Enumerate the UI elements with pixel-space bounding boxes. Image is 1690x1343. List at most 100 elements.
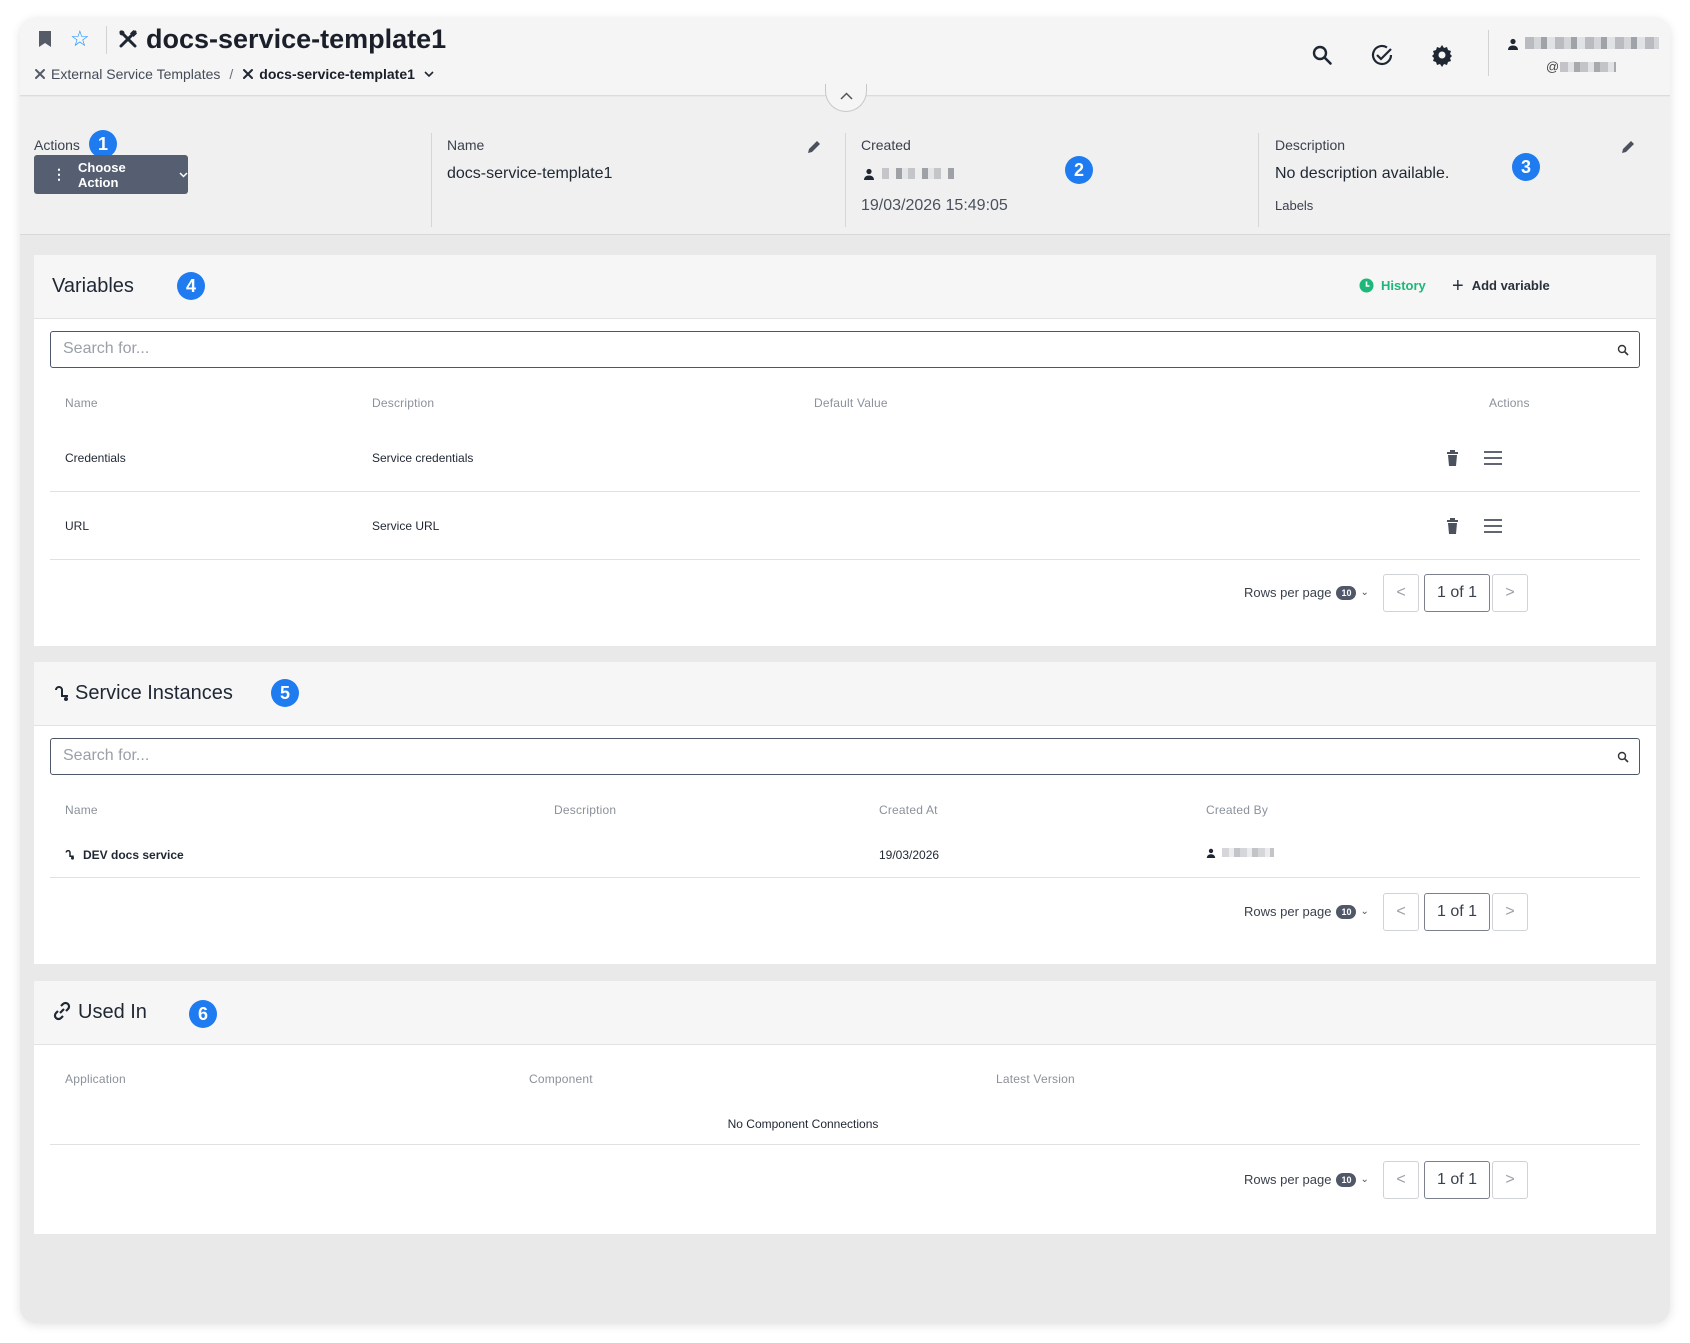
rows-per-page-value[interactable]: 10 xyxy=(1336,904,1357,919)
used-in-header: Used In 6 xyxy=(34,981,1656,1045)
rows-per-page-label: Rows per page xyxy=(1244,904,1332,919)
instances-search-input[interactable] xyxy=(63,747,1603,765)
instances-search[interactable] xyxy=(50,738,1640,775)
prev-page-button[interactable]: < xyxy=(1383,574,1419,612)
divider xyxy=(106,26,107,54)
rows-per-page-label: Rows per page xyxy=(1244,585,1332,600)
trash-icon[interactable] xyxy=(1446,450,1459,466)
variables-card: Variables 4 History + Add variable Name … xyxy=(34,255,1656,646)
column-header-actions: Actions xyxy=(1489,396,1530,410)
column-header-description[interactable]: Description xyxy=(554,803,616,817)
chevron-down-icon: ⌄ xyxy=(1360,1174,1369,1185)
redacted-user-name[interactable] xyxy=(1525,37,1659,49)
created-label: Created xyxy=(861,137,911,153)
add-variable-label: Add variable xyxy=(1471,278,1550,293)
gear-icon[interactable] xyxy=(1430,43,1454,67)
variable-name: Credentials xyxy=(65,451,126,465)
user-handle-prefix: @ xyxy=(1546,59,1560,74)
name-value: docs-service-template1 xyxy=(447,165,613,182)
next-page-button[interactable]: > xyxy=(1492,574,1528,612)
column-header-name[interactable]: Name xyxy=(65,396,98,410)
variables-search[interactable] xyxy=(50,331,1640,368)
divider xyxy=(845,133,846,227)
prev-page-button[interactable]: < xyxy=(1383,1161,1419,1199)
instance-name-link[interactable]: DEV docs service xyxy=(83,848,184,862)
search-icon xyxy=(1617,751,1629,763)
service-instances-header: Service Instances 5 xyxy=(34,662,1656,726)
tools-icon xyxy=(243,69,254,79)
chevron-down-icon[interactable] xyxy=(424,70,434,78)
variables-search-input[interactable] xyxy=(63,340,1603,358)
rows-per-page-value[interactable]: 10 xyxy=(1336,1172,1357,1187)
rows-per-page[interactable]: Rows per page 10 ⌄ xyxy=(1244,904,1369,919)
app-window: ☆ docs-service-template1 External Servic… xyxy=(20,18,1670,1323)
column-header-created-at[interactable]: Created At xyxy=(879,803,938,817)
page-indicator: 1 of 1 xyxy=(1424,1161,1490,1199)
plus-icon: + xyxy=(1452,274,1464,297)
add-variable-button[interactable]: + Add variable xyxy=(1452,274,1550,297)
redacted-user-handle xyxy=(1560,62,1616,72)
variables-header: Variables 4 History + Add variable xyxy=(34,255,1656,319)
row-divider xyxy=(50,559,1640,560)
empty-state-text: No Component Connections xyxy=(727,1117,879,1131)
name-label: Name xyxy=(447,137,485,153)
chevron-up-icon xyxy=(840,92,853,100)
variable-description: Service credentials xyxy=(372,451,474,465)
next-page-button[interactable]: > xyxy=(1492,1161,1528,1199)
drag-handle-icon[interactable] xyxy=(1483,451,1503,465)
clock-icon xyxy=(1359,278,1374,293)
user-icon xyxy=(864,168,874,180)
check-circle-icon[interactable] xyxy=(1370,43,1394,67)
column-header-name[interactable]: Name xyxy=(65,803,98,817)
service-icon xyxy=(55,686,68,701)
description-label: Description xyxy=(1275,137,1346,153)
more-vertical-icon: ⋮ xyxy=(52,166,66,182)
choose-action-button[interactable]: ⋮ Choose Action xyxy=(34,155,188,194)
details-panel: Actions 1 Name docs-service-template1 Cr… xyxy=(20,97,1670,235)
service-instances-card: Service Instances 5 Name Description Cre… xyxy=(34,662,1656,964)
callout-badge-6: 6 xyxy=(189,1000,217,1028)
rows-per-page-label: Rows per page xyxy=(1244,1172,1332,1187)
rows-per-page-value[interactable]: 10 xyxy=(1336,585,1357,600)
chevron-down-icon: ⌄ xyxy=(1360,587,1369,598)
column-header-default-value[interactable]: Default Value xyxy=(814,396,888,410)
chevron-down-icon xyxy=(179,171,188,178)
rows-per-page[interactable]: Rows per page 10 ⌄ xyxy=(1244,585,1369,600)
variables-title: Variables xyxy=(52,275,134,297)
page-title: docs-service-template1 xyxy=(146,24,447,54)
breadcrumb-current[interactable]: docs-service-template1 xyxy=(259,66,415,82)
user-icon xyxy=(1508,38,1518,50)
created-date: 19/03/2026 15:49:05 xyxy=(861,197,1008,214)
used-in-card: Used In 6 Application Component Latest V… xyxy=(34,981,1656,1234)
service-instances-title: Service Instances xyxy=(75,682,233,704)
column-header-application[interactable]: Application xyxy=(65,1072,126,1086)
next-page-button[interactable]: > xyxy=(1492,893,1528,931)
trash-icon[interactable] xyxy=(1446,518,1459,534)
link-icon xyxy=(53,1001,71,1021)
column-header-created-by[interactable]: Created By xyxy=(1206,803,1268,817)
tools-icon xyxy=(119,29,138,48)
choose-action-label: Choose Action xyxy=(78,159,126,190)
column-header-latest-version[interactable]: Latest Version xyxy=(996,1072,1075,1086)
edit-pencil-icon[interactable] xyxy=(806,139,822,155)
used-in-title: Used In xyxy=(78,1001,147,1023)
tools-icon xyxy=(35,69,45,79)
column-header-component[interactable]: Component xyxy=(529,1072,593,1086)
search-icon[interactable] xyxy=(1310,43,1334,67)
favorite-star-icon[interactable]: ☆ xyxy=(70,28,90,50)
divider xyxy=(1488,30,1489,76)
breadcrumb: External Service Templates / docs-servic… xyxy=(34,66,434,82)
row-divider xyxy=(50,877,1640,878)
breadcrumb-parent[interactable]: External Service Templates xyxy=(51,66,220,82)
drag-handle-icon[interactable] xyxy=(1483,519,1503,533)
edit-pencil-icon[interactable] xyxy=(1620,139,1636,155)
rows-per-page[interactable]: Rows per page 10 ⌄ xyxy=(1244,1172,1369,1187)
row-divider xyxy=(50,491,1640,492)
service-icon xyxy=(65,850,74,860)
user-icon xyxy=(1206,848,1216,858)
history-button[interactable]: History xyxy=(1359,278,1426,293)
column-header-description[interactable]: Description xyxy=(372,396,434,410)
prev-page-button[interactable]: < xyxy=(1383,893,1419,931)
instance-created-at: 19/03/2026 xyxy=(879,848,940,862)
bookmark-icon[interactable] xyxy=(38,30,52,48)
